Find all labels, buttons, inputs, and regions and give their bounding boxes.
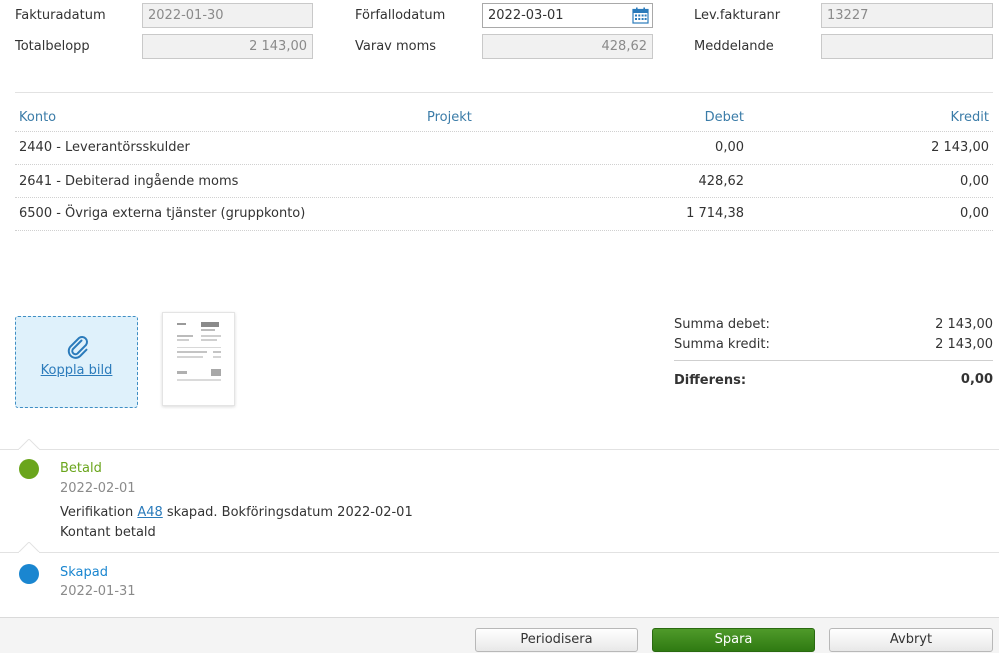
attach-image-dropzone[interactable]: Koppla bild bbox=[15, 316, 138, 408]
summa-debet-label: Summa debet: bbox=[674, 317, 770, 332]
status-dot-blue bbox=[19, 564, 39, 584]
column-header-debet: Debet bbox=[704, 110, 744, 125]
event-text-prefix: Verifikation bbox=[60, 505, 138, 520]
forfallodatum-field[interactable]: 2022-03-01 bbox=[482, 3, 653, 28]
cell-kredit: 0,00 bbox=[960, 206, 989, 221]
header-divider bbox=[15, 92, 993, 93]
document-thumbnail[interactable] bbox=[162, 312, 235, 406]
totalbelopp-label: Totalbelopp bbox=[15, 39, 90, 54]
event-title: Skapad bbox=[60, 565, 108, 580]
forfallodatum-label: Förfallodatum bbox=[355, 8, 446, 23]
cell-konto: 2440 - Leverantörsskulder bbox=[19, 140, 190, 155]
meddelande-field bbox=[821, 34, 993, 59]
periodisera-button[interactable]: Periodisera bbox=[475, 628, 638, 652]
levfakturanr-field: 13227 bbox=[821, 3, 993, 28]
forfallodatum-value: 2022-03-01 bbox=[488, 8, 564, 23]
paperclip-icon bbox=[67, 336, 88, 359]
summa-kredit-label: Summa kredit: bbox=[674, 337, 770, 352]
timeline-event-divider bbox=[0, 552, 999, 553]
save-button[interactable]: Spara bbox=[652, 628, 815, 652]
timeline-notch bbox=[18, 542, 40, 553]
attach-image-link[interactable]: Koppla bild bbox=[16, 363, 137, 378]
summa-kredit-value: 2 143,00 bbox=[935, 337, 993, 352]
timeline-divider bbox=[0, 449, 999, 450]
cell-kredit: 2 143,00 bbox=[931, 140, 989, 155]
calendar-icon[interactable] bbox=[632, 7, 649, 24]
timeline-notch bbox=[18, 439, 40, 450]
event-text: Verifikation A48 skapad. Bokföringsdatum… bbox=[60, 505, 413, 521]
column-header-projekt: Projekt bbox=[427, 110, 472, 125]
levfakturanr-label: Lev.fakturanr bbox=[694, 8, 781, 23]
totalbelopp-field: 2 143,00 bbox=[142, 34, 313, 59]
cell-debet: 1 714,38 bbox=[686, 206, 744, 221]
cancel-button[interactable]: Avbryt bbox=[829, 628, 993, 652]
fakturadatum-label: Fakturadatum bbox=[15, 8, 106, 23]
event-title: Betald bbox=[60, 461, 102, 476]
cell-konto: 2641 - Debiterad ingående moms bbox=[19, 174, 239, 189]
varav-moms-label: Varav moms bbox=[355, 39, 437, 54]
cell-debet: 428,62 bbox=[698, 174, 745, 189]
cell-debet: 0,00 bbox=[715, 140, 744, 155]
varav-moms-field: 428,62 bbox=[482, 34, 653, 59]
meddelande-label: Meddelande bbox=[694, 39, 774, 54]
event-note: Kontant betald bbox=[60, 525, 156, 540]
event-text-suffix: skapad. Bokföringsdatum 2022-02-01 bbox=[162, 505, 413, 520]
column-header-kredit: Kredit bbox=[950, 110, 989, 125]
summa-debet-value: 2 143,00 bbox=[935, 317, 993, 332]
verification-link[interactable]: A48 bbox=[137, 505, 162, 520]
fakturadatum-field: 2022-01-30 bbox=[142, 3, 313, 28]
summary-divider bbox=[674, 360, 993, 361]
column-header-konto: Konto bbox=[19, 110, 57, 125]
status-dot-green bbox=[19, 459, 39, 479]
event-date: 2022-01-31 bbox=[60, 584, 136, 599]
differens-value: 0,00 bbox=[960, 372, 993, 387]
document-thumbnail-image bbox=[177, 322, 221, 381]
cell-konto: 6500 - Övriga externa tjänster (gruppkon… bbox=[19, 206, 306, 221]
event-date: 2022-02-01 bbox=[60, 481, 136, 496]
differens-label: Differens: bbox=[674, 373, 747, 388]
cell-kredit: 0,00 bbox=[960, 174, 989, 189]
